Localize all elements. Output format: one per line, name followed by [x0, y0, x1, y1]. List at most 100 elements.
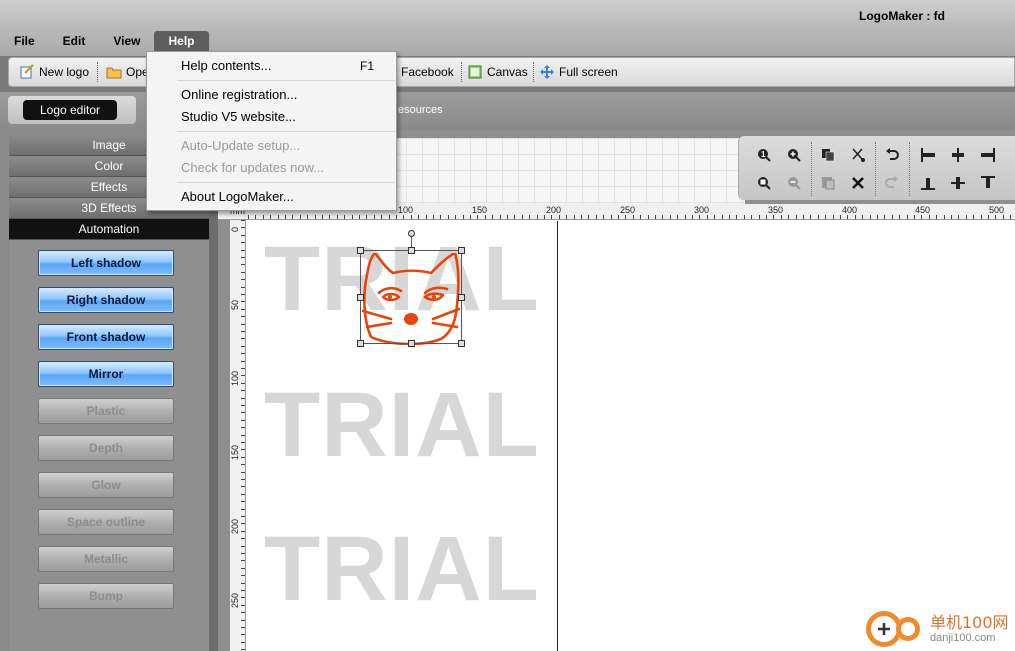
zoom-in-icon[interactable]: [785, 146, 803, 164]
ruler-tick: [817, 215, 819, 219]
ruler-label: 150: [230, 444, 240, 460]
front-shadow-button[interactable]: Front shadow: [38, 324, 174, 350]
facebook-button[interactable]: Facebook: [395, 60, 460, 84]
menu-file[interactable]: File: [0, 31, 49, 51]
left-shadow-button[interactable]: Left shadow: [38, 250, 174, 276]
paste-icon[interactable]: [819, 174, 837, 192]
mirror-button[interactable]: Mirror: [38, 361, 174, 387]
new-logo-button[interactable]: New logo: [13, 60, 95, 84]
tab-logo-editor[interactable]: Logo editor: [23, 100, 117, 120]
ruler-tick: [241, 234, 245, 236]
ruler-tick: [403, 215, 405, 219]
resize-handle[interactable]: [408, 340, 415, 347]
selection-box[interactable]: [357, 230, 465, 347]
ruler-tick: [891, 215, 893, 219]
category-automation[interactable]: Automation: [9, 219, 209, 240]
ruler-tick: [241, 516, 245, 517]
menu-studio-website[interactable]: Studio V5 website...: [181, 109, 296, 124]
ruler-tick: [241, 353, 245, 355]
undo-icon[interactable]: [883, 146, 901, 164]
ruler-tick: [241, 419, 245, 421]
menu-separator: [177, 80, 395, 81]
ruler-tick: [499, 215, 501, 219]
canvas-button[interactable]: Canvas: [461, 60, 534, 84]
resize-handle[interactable]: [458, 340, 465, 347]
delete-icon[interactable]: [849, 174, 867, 192]
rotate-handle[interactable]: [408, 230, 415, 237]
align-center-icon[interactable]: [949, 146, 967, 164]
ruler-tick: [241, 271, 245, 273]
folder-icon: [106, 64, 122, 80]
menu-online-registration[interactable]: Online registration...: [181, 87, 297, 102]
ruler-tick: [484, 215, 486, 219]
resize-handle[interactable]: [408, 247, 415, 254]
ruler-tick: [847, 215, 849, 219]
space-outline-button[interactable]: Space outline: [38, 509, 174, 535]
bump-button[interactable]: Bump: [38, 583, 174, 609]
plastic-button[interactable]: Plastic: [38, 398, 174, 424]
ruler-tick: [241, 286, 245, 288]
metallic-button[interactable]: Metallic: [38, 546, 174, 572]
align-middle-icon[interactable]: [949, 174, 967, 192]
ruler-tick: [566, 215, 568, 219]
right-shadow-button[interactable]: Right shadow: [38, 287, 174, 313]
zoom-out-icon[interactable]: [785, 174, 803, 192]
ruler-tick: [699, 215, 701, 219]
ruler-tick: [573, 215, 575, 219]
ruler-tick: [241, 627, 245, 628]
ruler-tick: [241, 501, 245, 503]
ruler-tick: [914, 215, 915, 219]
ruler-tick: [241, 597, 245, 599]
tab-resources[interactable]: esources: [398, 104, 443, 116]
resize-handle[interactable]: [357, 247, 364, 254]
menu-help[interactable]: Help: [154, 31, 209, 51]
resize-handle[interactable]: [357, 294, 364, 301]
align-left-icon[interactable]: [919, 146, 937, 164]
ruler-tick: [721, 215, 723, 219]
menu-edit[interactable]: Edit: [49, 31, 100, 51]
menu-view[interactable]: View: [99, 31, 154, 51]
resize-handle[interactable]: [458, 294, 465, 301]
ruler-tick: [307, 215, 309, 219]
menu-auto-update-setup[interactable]: Auto-Update setup...: [181, 138, 300, 153]
align-top-icon[interactable]: [919, 174, 937, 192]
ruler-tick: [980, 215, 982, 219]
ruler-tick: [241, 604, 245, 606]
menu-check-updates[interactable]: Check for updates now...: [181, 160, 324, 175]
ruler-tick: [241, 590, 245, 591]
ruler-tick: [241, 220, 245, 221]
ruler-label: 150: [472, 205, 488, 215]
ruler-tick: [241, 382, 245, 384]
ruler-tick: [655, 215, 656, 219]
menu-about[interactable]: About LogoMaker...: [181, 189, 294, 204]
ruler-tick: [241, 308, 245, 310]
full-screen-button[interactable]: Full screen: [533, 60, 624, 84]
ruler-tick: [241, 530, 245, 532]
glow-button[interactable]: Glow: [38, 472, 174, 498]
copy-icon[interactable]: [819, 146, 837, 164]
ruler-tick: [780, 215, 782, 219]
menu-help-contents[interactable]: Help contents...: [181, 58, 271, 73]
tool-separator: [811, 142, 812, 196]
ruler-tick: [529, 215, 531, 219]
ruler-tick: [751, 215, 753, 219]
cut-icon[interactable]: [849, 146, 867, 164]
ruler-tick: [536, 215, 538, 219]
ruler-tick: [899, 215, 901, 219]
align-right-icon[interactable]: [979, 146, 997, 164]
ruler-tick: [877, 215, 878, 219]
resize-handle[interactable]: [357, 340, 364, 347]
ruler-tick: [840, 215, 841, 219]
ruler-tick: [241, 479, 245, 480]
align-bottom-icon[interactable]: [979, 174, 997, 192]
zoom-fit-icon[interactable]: [755, 174, 773, 192]
ruler-tick: [677, 215, 679, 219]
facebook-label: Facebook: [401, 65, 454, 79]
resize-handle[interactable]: [458, 247, 465, 254]
depth-button[interactable]: Depth: [38, 435, 174, 461]
zoom-1-icon[interactable]: 1: [755, 146, 773, 164]
ruler-tick: [241, 368, 245, 369]
logo-canvas-page[interactable]: TRIAL TRIAL TRIAL: [246, 221, 558, 651]
redo-icon[interactable]: [883, 174, 901, 192]
ruler-tick: [647, 215, 649, 219]
